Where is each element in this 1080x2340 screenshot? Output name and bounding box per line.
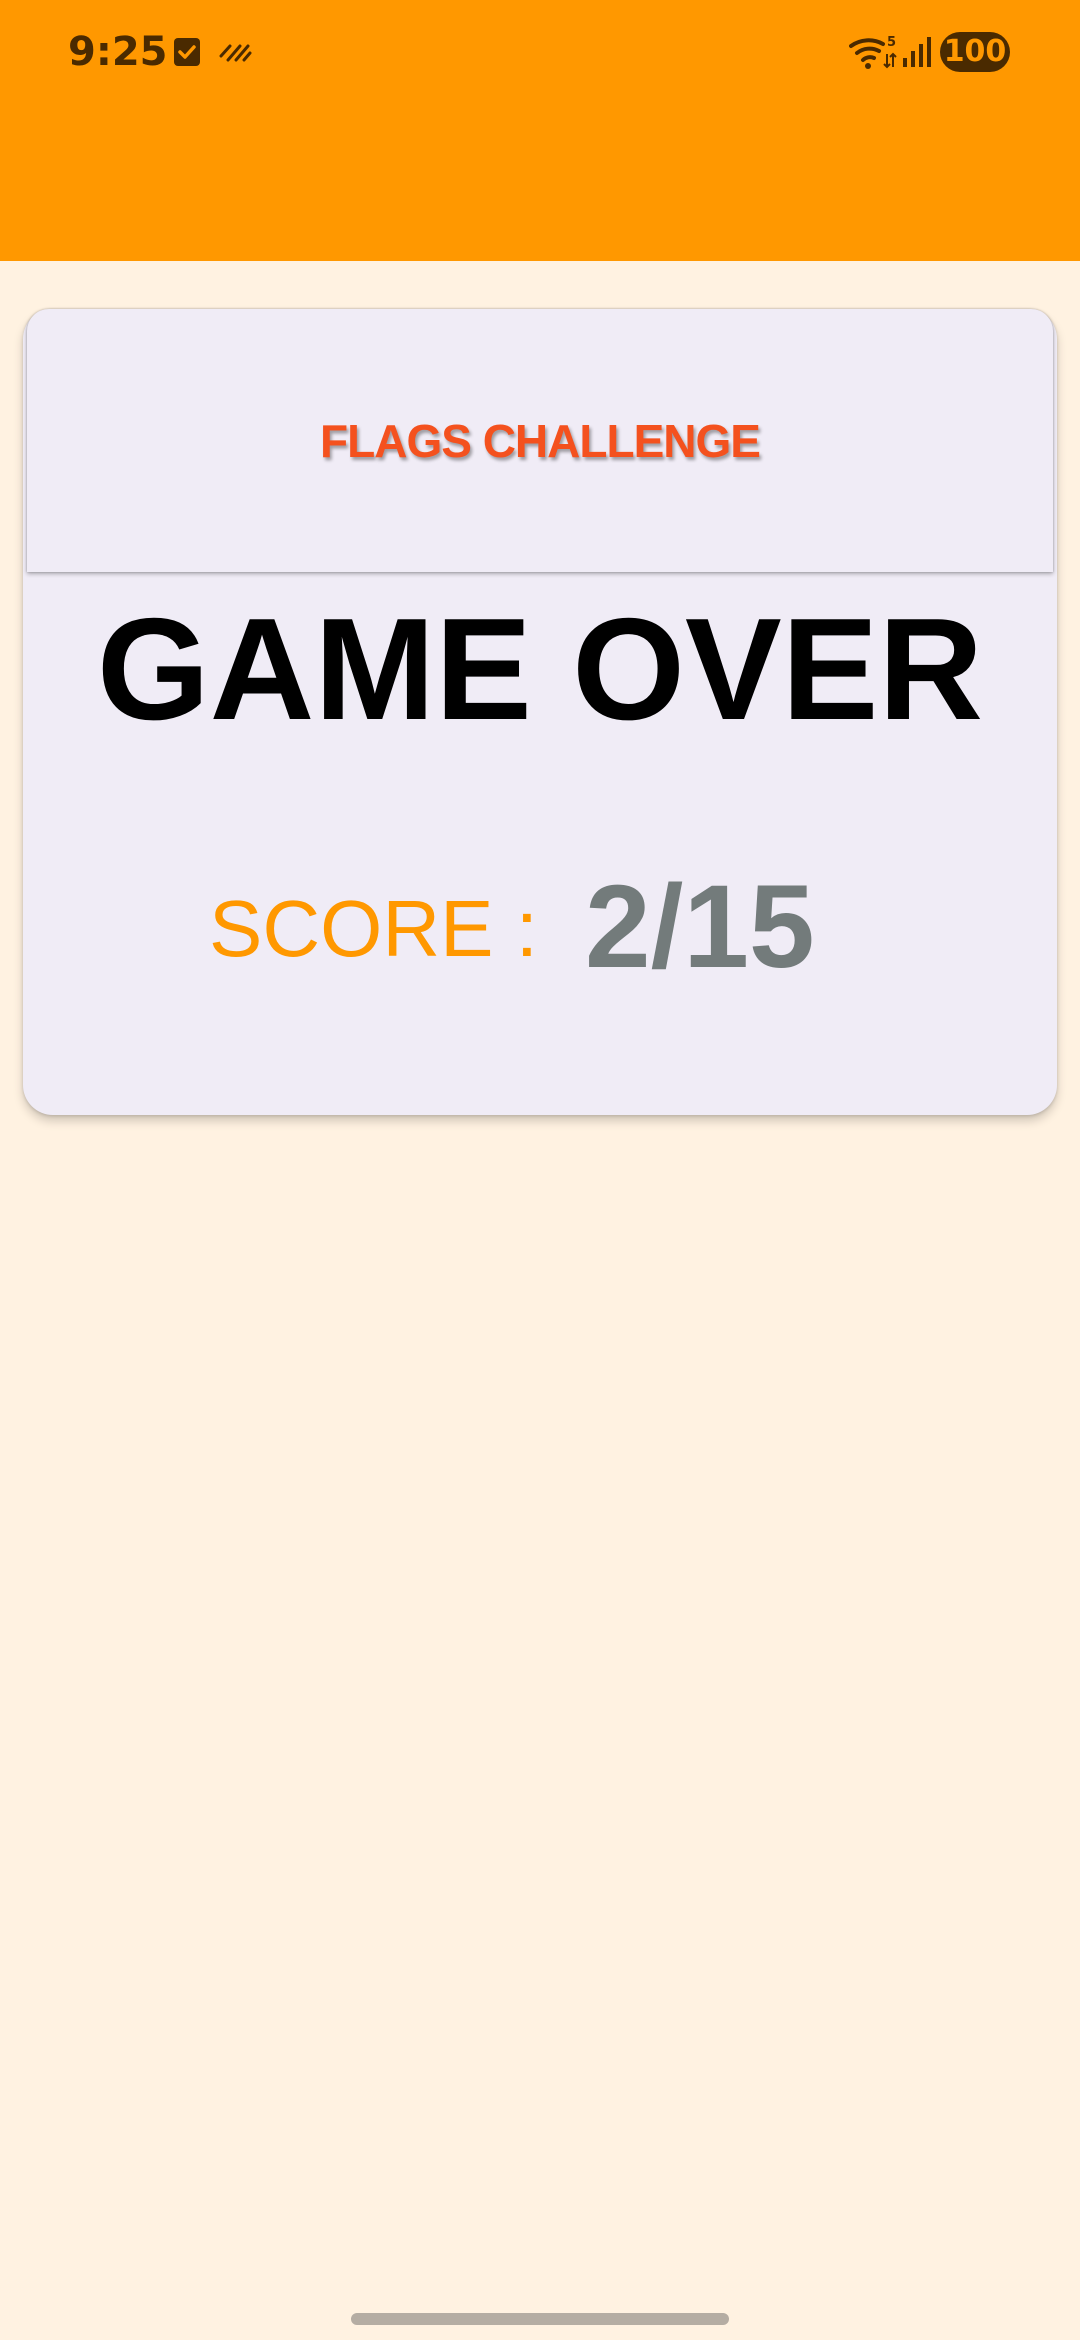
status-time: 9:25	[68, 29, 168, 75]
wifi-icon: 5	[849, 35, 897, 69]
navigation-gesture-handle[interactable]	[351, 2313, 729, 2325]
battery-icon: 100	[940, 32, 1010, 72]
wifi-badge: 5	[887, 35, 896, 50]
game-over-heading: GAME OVER	[96, 588, 984, 750]
card-header: FLAGS CHALLENGE	[27, 309, 1053, 572]
score-value: 2/15	[585, 861, 815, 993]
page-title: FLAGS CHALLENGE	[320, 415, 761, 467]
result-card: FLAGS CHALLENGE GAME OVER SCORE : 2/15	[23, 309, 1057, 1115]
signal-icon	[903, 37, 931, 67]
haptic-icon	[219, 44, 252, 62]
check-box-icon	[174, 38, 200, 66]
status-bar: 9:25 5 100	[0, 0, 1080, 104]
score-label: SCORE :	[209, 884, 538, 973]
app-bar: 9:25 5 100	[0, 0, 1080, 261]
